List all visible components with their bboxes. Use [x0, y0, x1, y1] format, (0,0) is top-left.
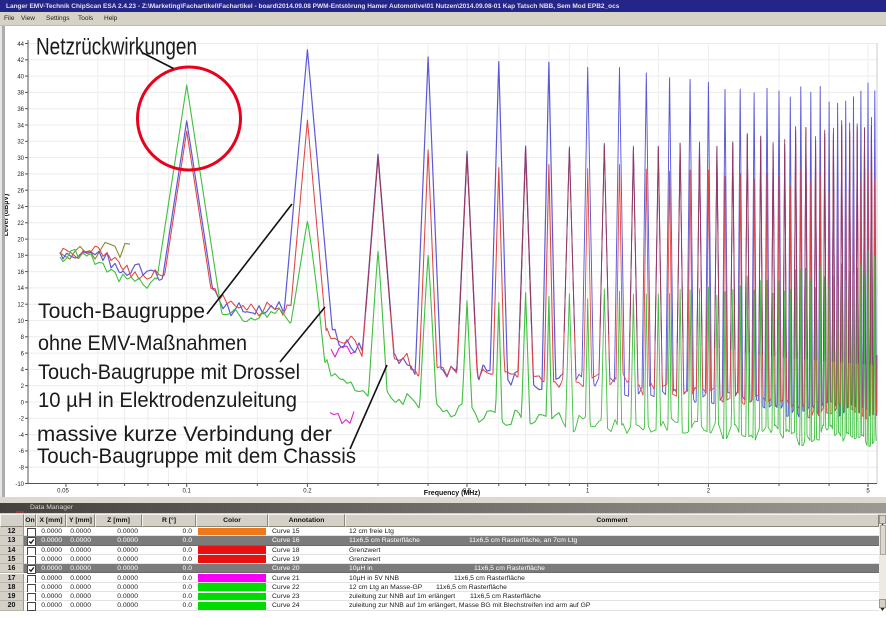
- svg-text:36: 36: [17, 107, 24, 113]
- svg-text:38: 38: [17, 91, 24, 97]
- svg-text:ohne EMV-Maßnahmen: ohne EMV-Maßnahmen: [38, 332, 247, 355]
- svg-text:2: 2: [707, 489, 711, 495]
- svg-text:14: 14: [17, 286, 24, 292]
- svg-text:Netzrückwirkungen: Netzrückwirkungen: [36, 33, 197, 60]
- svg-text:1: 1: [586, 489, 590, 495]
- svg-text:8: 8: [21, 335, 25, 341]
- svg-text:-8: -8: [19, 466, 25, 472]
- svg-text:30: 30: [17, 156, 24, 162]
- svg-text:12: 12: [17, 303, 24, 309]
- svg-text:40: 40: [17, 74, 24, 80]
- svg-text:44: 44: [17, 42, 24, 48]
- svg-text:Touch-Baugruppe: Touch-Baugruppe: [38, 300, 205, 323]
- svg-text:28: 28: [17, 172, 24, 178]
- svg-text:-2: -2: [19, 417, 25, 423]
- svg-text:5: 5: [866, 489, 870, 495]
- svg-text:34: 34: [17, 123, 24, 129]
- svg-text:24: 24: [17, 205, 24, 211]
- svg-text:26: 26: [17, 189, 24, 195]
- svg-text:32: 32: [17, 140, 24, 146]
- svg-text:22: 22: [17, 221, 24, 227]
- svg-text:42: 42: [17, 58, 24, 64]
- svg-text:0: 0: [21, 400, 25, 406]
- svg-text:Touch-Baugruppe mit Drossel: Touch-Baugruppe mit Drossel: [38, 361, 300, 384]
- svg-text:0.2: 0.2: [303, 489, 312, 495]
- svg-text:18: 18: [17, 254, 24, 260]
- svg-text:massive kurze Verbindung der: massive kurze Verbindung der: [37, 423, 332, 446]
- svg-text:0.1: 0.1: [183, 489, 192, 495]
- svg-text:4: 4: [21, 368, 25, 374]
- svg-text:10: 10: [17, 319, 24, 325]
- svg-text:-6: -6: [19, 449, 25, 455]
- svg-text:Touch-Baugruppe mit dem Chassi: Touch-Baugruppe mit dem Chassis: [37, 445, 356, 468]
- svg-text:6: 6: [21, 351, 25, 357]
- svg-text:20: 20: [17, 237, 24, 243]
- svg-text:10 µH in Elektrodenzuleitung: 10 µH in Elektrodenzuleitung: [38, 389, 297, 412]
- svg-text:-4: -4: [19, 433, 25, 439]
- svg-text:Frequency (MHz): Frequency (MHz): [424, 490, 480, 497]
- svg-text:0.05: 0.05: [57, 489, 69, 495]
- svg-text:2: 2: [21, 384, 25, 390]
- svg-text:-10: -10: [15, 482, 24, 488]
- svg-text:16: 16: [17, 270, 24, 276]
